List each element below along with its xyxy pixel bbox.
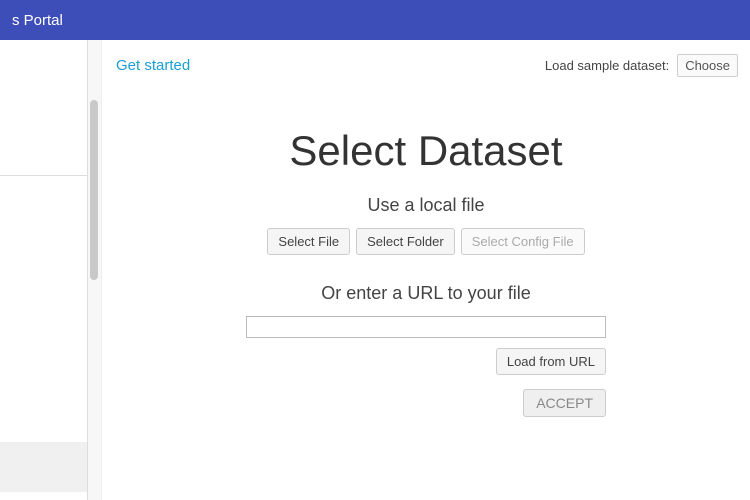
- main-header: Get started Load sample dataset: Choose: [102, 40, 750, 87]
- sidebar-footer: [0, 442, 87, 492]
- url-heading: Or enter a URL to your file: [102, 283, 750, 304]
- select-folder-button[interactable]: Select Folder: [356, 228, 455, 255]
- select-config-button[interactable]: Select Config File: [461, 228, 585, 255]
- scrollbar-thumb[interactable]: [90, 100, 98, 280]
- local-file-buttons: Select File Select Folder Select Config …: [102, 228, 750, 255]
- url-input[interactable]: [246, 316, 606, 338]
- get-started-link[interactable]: Get started: [116, 57, 190, 74]
- url-section: Load from URL ACCEPT: [102, 316, 750, 417]
- sample-dataset-row: Load sample dataset: Choose: [545, 54, 738, 77]
- scrollbar-track[interactable]: [88, 40, 102, 500]
- sample-dataset-label: Load sample dataset:: [545, 58, 669, 73]
- local-file-heading: Use a local file: [102, 195, 750, 216]
- left-sidebar: [0, 40, 88, 500]
- app-title: s Portal: [12, 12, 63, 29]
- main-panel: Get started Load sample dataset: Choose …: [102, 40, 750, 500]
- sidebar-divider: [0, 175, 87, 176]
- dataset-selector: Select Dataset Use a local file Select F…: [102, 87, 750, 417]
- choose-sample-button[interactable]: Choose: [677, 54, 738, 77]
- select-file-button[interactable]: Select File: [267, 228, 350, 255]
- accept-button[interactable]: ACCEPT: [523, 389, 606, 417]
- load-from-url-button[interactable]: Load from URL: [496, 348, 606, 375]
- page-title: Select Dataset: [102, 127, 750, 175]
- top-navbar: s Portal: [0, 0, 750, 40]
